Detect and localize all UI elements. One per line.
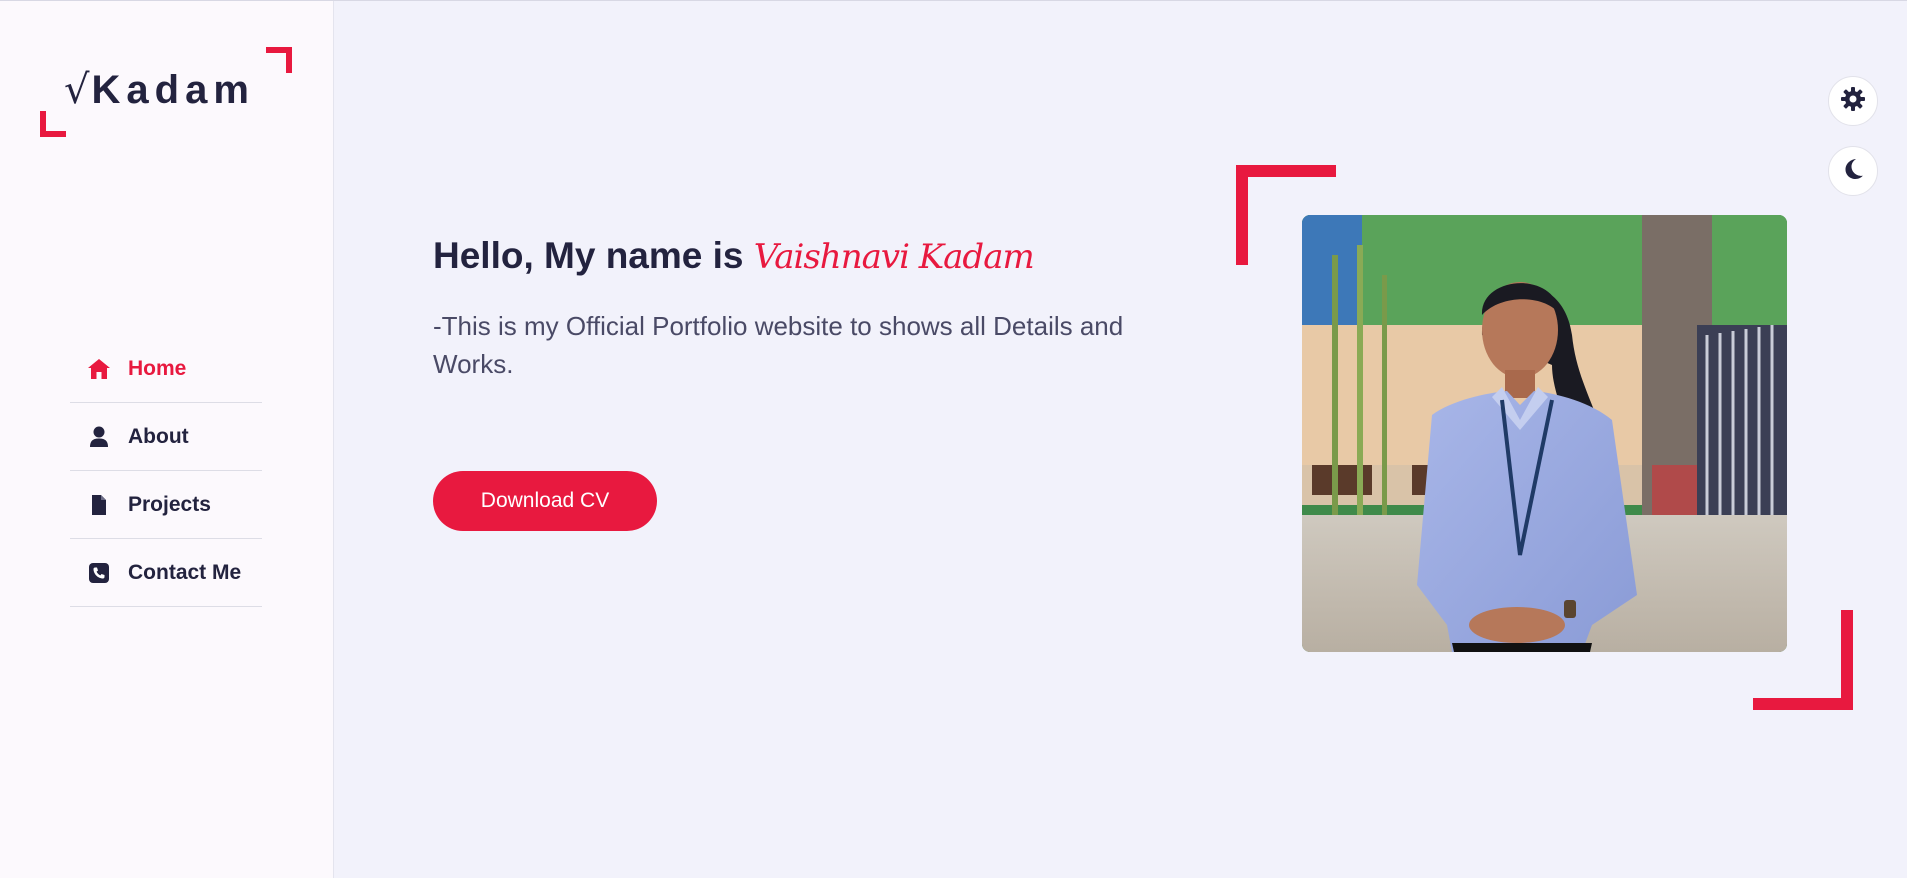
logo[interactable]: √Kadam xyxy=(40,47,292,137)
logo-word: Kadam xyxy=(91,68,255,112)
moon-icon xyxy=(1841,157,1865,186)
sidebar-item-label: Home xyxy=(128,356,187,380)
theme-toggle-button[interactable] xyxy=(1828,146,1878,196)
logo-mark: √ xyxy=(64,67,92,113)
logo-corner-top-right xyxy=(266,47,292,73)
hero-greeting: Hello, My name is xyxy=(433,235,744,276)
sidebar-item-label: Contact Me xyxy=(128,560,242,584)
hero-name: Vaishnavi Kadam xyxy=(753,237,1035,277)
sidebar-item-about[interactable]: About xyxy=(70,403,262,471)
user-icon xyxy=(86,424,112,450)
sidebar-item-label: Projects xyxy=(128,492,211,516)
sidebar-nav: Home About Projects Contact Me xyxy=(70,335,262,607)
home-icon xyxy=(86,356,112,382)
file-icon xyxy=(86,492,112,518)
gear-icon xyxy=(1840,86,1866,117)
profile-photo xyxy=(1302,215,1787,652)
sidebar: √Kadam Home About Projects Contact Me xyxy=(0,1,334,878)
phone-icon xyxy=(86,560,112,586)
hero-title: Hello, My name is Vaishnavi Kadam xyxy=(433,235,1035,277)
sidebar-item-projects[interactable]: Projects xyxy=(70,471,262,539)
sidebar-item-label: About xyxy=(128,424,189,448)
logo-text: √Kadam xyxy=(64,67,255,113)
download-cv-button[interactable]: Download CV xyxy=(433,471,657,531)
app-window: √Kadam Home About Projects Contact Me He… xyxy=(0,0,1907,878)
settings-button[interactable] xyxy=(1828,76,1878,126)
sidebar-item-contact[interactable]: Contact Me xyxy=(70,539,262,607)
logo-corner-bottom-left xyxy=(40,111,66,137)
sidebar-item-home[interactable]: Home xyxy=(70,335,262,403)
hero-description: -This is my Official Portfolio website t… xyxy=(433,311,1124,379)
